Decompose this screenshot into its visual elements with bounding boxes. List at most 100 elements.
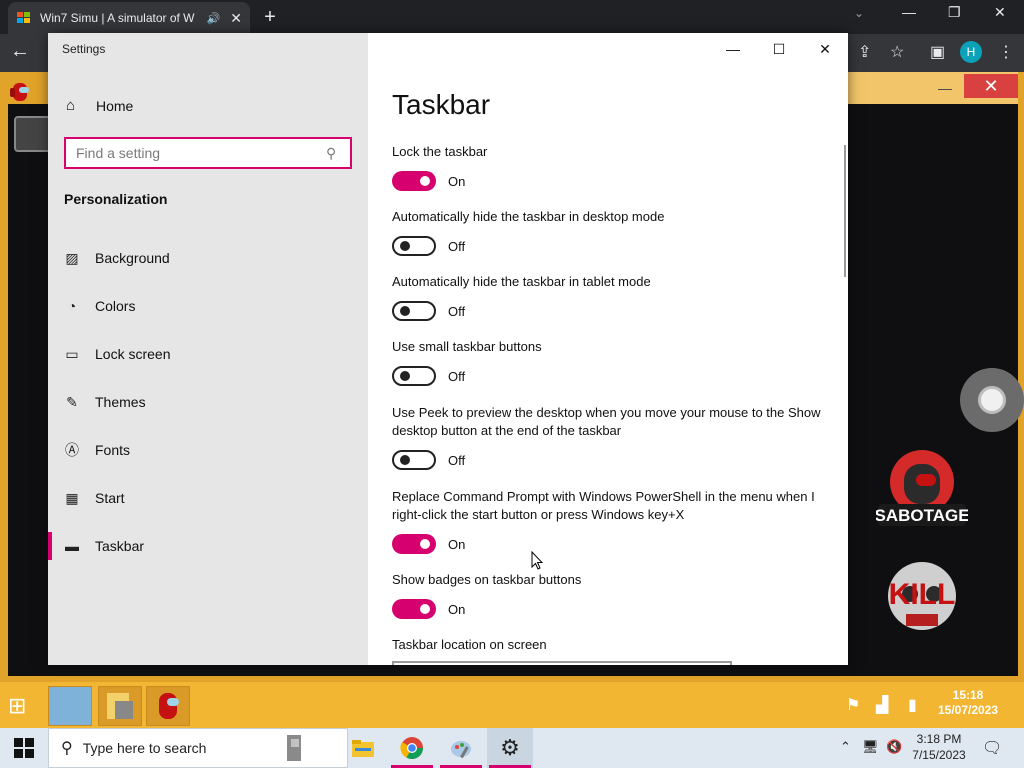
nav-item-taskbar[interactable]: ▬ Taskbar — [48, 526, 368, 566]
toggle-lock-taskbar[interactable]: On — [392, 171, 465, 191]
settings-window: Settings ⌂ Home ⚲ Personalization ▨ Back… — [48, 33, 848, 665]
taskbar-location-dropdown[interactable] — [392, 661, 732, 665]
sim-taskbar-app-explorer[interactable] — [98, 686, 142, 726]
sim-taskbar-app-desktop[interactable] — [48, 686, 92, 726]
taskbar-app-file-explorer[interactable] — [340, 728, 386, 768]
windows-start-icon[interactable] — [14, 738, 34, 758]
share-icon[interactable]: ⇪ — [858, 42, 871, 62]
simulator-taskbar: ⊞ ⚑ ▟ ▮ 15:18 15/07/2023 — [0, 682, 1024, 728]
speaker-icon[interactable]: 🔊 — [207, 12, 221, 25]
crewmate-icon — [10, 83, 29, 101]
folder-icon — [107, 693, 133, 719]
toggle-autohide-tablet[interactable]: Off — [392, 301, 465, 321]
tab-title: Win7 Simu | A simulator of W — [40, 11, 195, 25]
toggle-switch[interactable] — [392, 534, 436, 554]
close-window-icon[interactable]: ✕ — [994, 4, 1006, 21]
toggle-state: Off — [448, 368, 466, 384]
settings-sidebar: Settings ⌂ Home ⚲ Personalization ▨ Back… — [48, 33, 368, 665]
toggle-powershell[interactable]: On — [392, 534, 465, 554]
chevron-down-icon[interactable]: ⌄ — [854, 6, 864, 20]
taskbar-icon: ▬ — [65, 538, 79, 554]
toggle-switch[interactable] — [392, 450, 436, 470]
browser-tab[interactable]: Win7 Simu | A simulator of W 🔊 ✕ — [8, 2, 250, 34]
toggle-state: Off — [448, 303, 466, 319]
volume-muted-icon[interactable]: 🔇 — [886, 739, 902, 755]
toggle-small-buttons[interactable]: Off — [392, 366, 465, 386]
game-minimize-icon[interactable]: — — [938, 80, 952, 96]
sim-taskbar-app-game[interactable] — [146, 686, 190, 726]
taskbar-app-chrome[interactable] — [389, 728, 435, 768]
flag-icon[interactable]: ⚑ — [846, 695, 860, 715]
taskbar-app-paint[interactable] — [438, 728, 484, 768]
network-icon[interactable]: 🖥 — [862, 739, 879, 755]
window-title: Settings — [62, 42, 106, 56]
restore-icon[interactable]: ❐ — [948, 4, 961, 21]
option-label-peek: Use Peek to preview the desktop when you… — [392, 405, 821, 438]
nav-item-label: Background — [95, 250, 170, 266]
host-taskbar: ⚲ Type here to search ⚙ ⌃ 🖥 🔇 3:18 PM 7/… — [0, 728, 1024, 768]
menu-dots-icon[interactable]: ⋮ — [998, 42, 1014, 62]
toggle-state: Off — [448, 238, 466, 254]
profile-avatar[interactable]: H — [960, 41, 982, 63]
game-map-button[interactable] — [14, 116, 52, 152]
search-icon[interactable]: ⚲ — [326, 145, 350, 162]
kill-button[interactable]: KILL — [876, 556, 968, 642]
nav-item-themes[interactable]: ✎ Themes — [48, 382, 368, 422]
nav-item-background[interactable]: ▨ Background — [48, 238, 368, 278]
toggle-badges[interactable]: On — [392, 599, 465, 619]
back-arrow-icon[interactable]: ← — [10, 40, 30, 63]
minimize-icon[interactable]: — — [902, 4, 916, 20]
toggle-switch[interactable] — [392, 171, 436, 191]
signal-icon[interactable]: ▟ — [876, 695, 888, 715]
sabotage-button[interactable]: SABOTAGE — [876, 444, 968, 530]
toggle-switch[interactable] — [392, 236, 436, 256]
find-setting-input[interactable] — [76, 145, 326, 161]
sim-clock[interactable]: 15:18 15/07/2023 — [932, 688, 1004, 718]
crewmate-icon — [159, 693, 179, 719]
nav-item-fonts[interactable]: Ⓐ Fonts — [48, 430, 368, 470]
star-icon[interactable]: ☆ — [890, 42, 904, 62]
battery-icon[interactable]: ▮ — [908, 695, 917, 715]
picture-icon: ▨ — [65, 249, 79, 266]
option-label-powershell: Replace Command Prompt with Windows Powe… — [392, 489, 815, 522]
taskbar-app-settings[interactable]: ⚙ — [487, 728, 533, 768]
windows-start-icon[interactable]: ⊞ — [8, 693, 26, 719]
page-title: Taskbar — [392, 89, 491, 120]
home-link[interactable]: ⌂ Home — [66, 97, 133, 114]
option-label-autohide-desktop: Automatically hide the taskbar in deskto… — [392, 209, 665, 224]
home-label: Home — [96, 97, 134, 114]
content-scrollbar[interactable] — [844, 145, 846, 277]
toggle-autohide-desktop[interactable]: Off — [392, 236, 465, 256]
browser-tabstrip: Win7 Simu | A simulator of W 🔊 ✕ + ⌄ — ❐… — [0, 0, 1024, 34]
joystick[interactable] — [960, 368, 1024, 432]
fonts-icon: Ⓐ — [65, 442, 79, 458]
toggle-switch[interactable] — [392, 301, 436, 321]
gear-icon: ⚙ — [500, 735, 520, 760]
close-tab-icon[interactable]: ✕ — [230, 10, 242, 27]
find-setting-search[interactable]: ⚲ — [64, 137, 352, 169]
palette-icon: ◔ — [67, 298, 77, 314]
svg-text:SABOTAGE: SABOTAGE — [876, 506, 968, 525]
nav-item-label: Start — [95, 490, 125, 506]
host-clock-time: 3:18 PM — [916, 732, 962, 746]
host-clock-date: 7/15/2023 — [912, 748, 966, 762]
nav-item-lock-screen[interactable]: ▭ Lock screen — [48, 334, 368, 374]
toggle-state: On — [448, 601, 466, 617]
nav-item-colors[interactable]: ◔ Colors — [48, 286, 368, 326]
taskbar-app-character[interactable] — [272, 728, 318, 768]
side-panel-icon[interactable]: ▣ — [930, 42, 945, 62]
game-close-button[interactable]: ✕ — [964, 74, 1018, 98]
mouse-cursor-icon — [531, 551, 543, 570]
toggle-peek[interactable]: Off — [392, 450, 465, 470]
option-label-badges: Show badges on taskbar buttons — [392, 572, 582, 587]
host-clock[interactable]: 3:18 PM 7/15/2023 — [908, 731, 970, 763]
toggle-switch[interactable] — [392, 599, 436, 619]
chevron-up-icon[interactable]: ⌃ — [840, 739, 851, 755]
toggle-switch[interactable] — [392, 366, 436, 386]
new-tab-button[interactable]: + — [260, 4, 280, 30]
nav-item-start[interactable]: ▦ Start — [48, 478, 368, 518]
start-icon: ▦ — [65, 489, 79, 506]
host-search-placeholder: Type here to search — [82, 740, 207, 756]
notification-icon[interactable]: 🗨 — [982, 738, 1002, 758]
sim-clock-time: 15:18 — [952, 688, 984, 702]
